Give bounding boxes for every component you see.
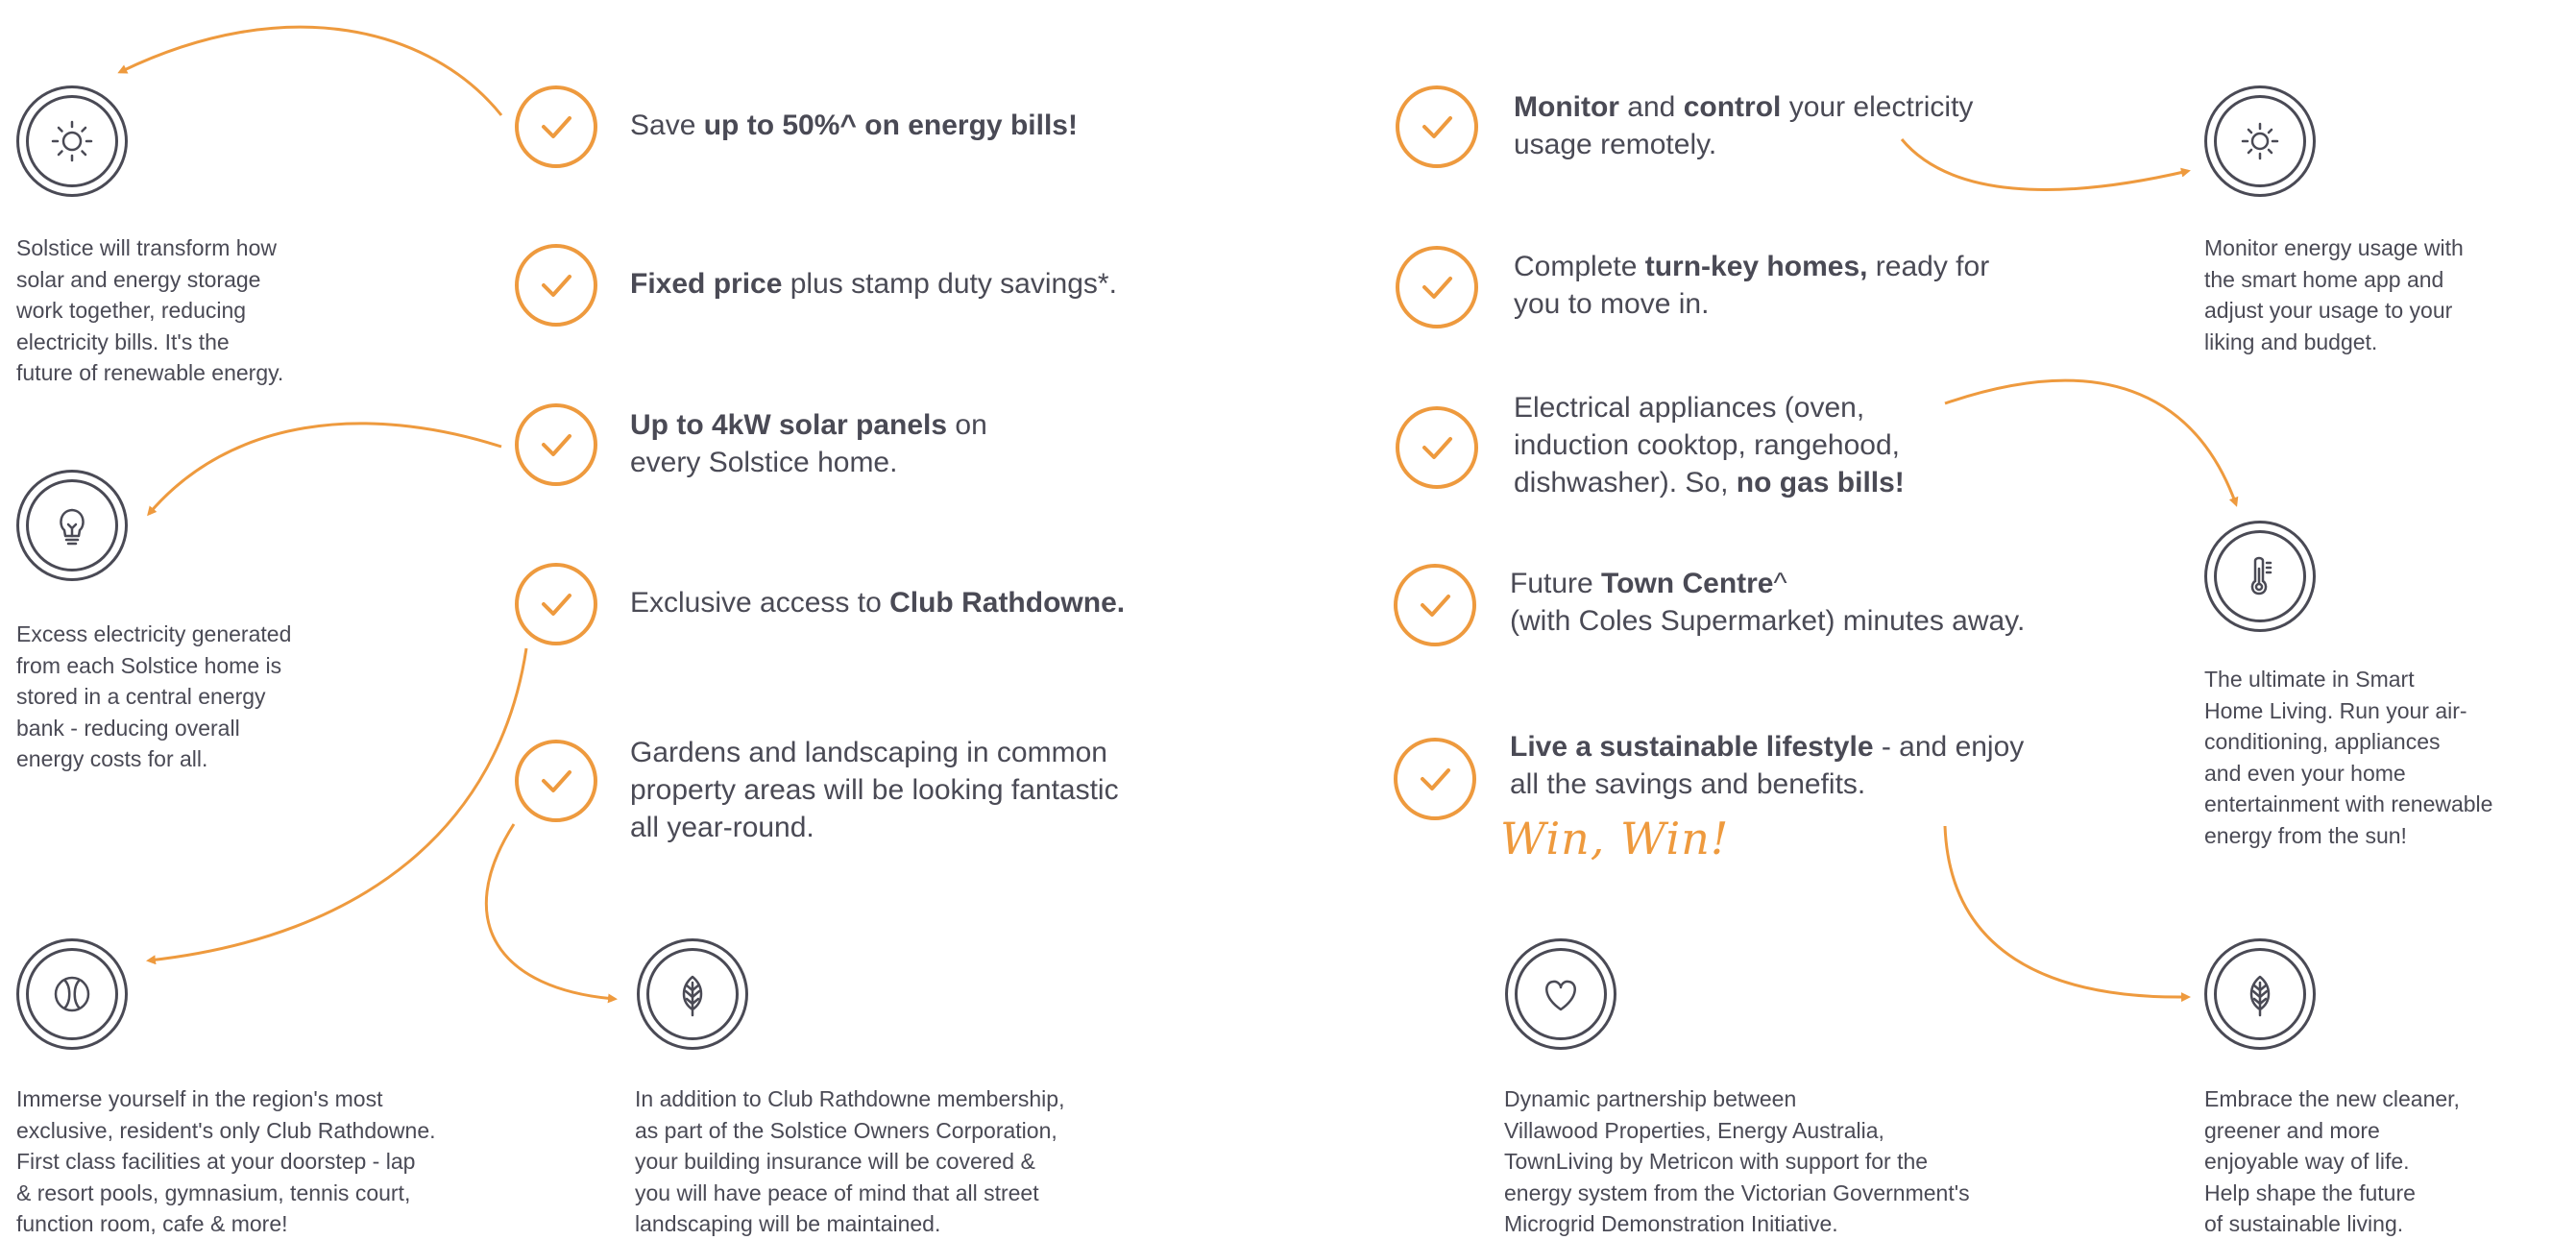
feature-town-centre: Future Town Centre^ (with Coles Supermar… (1510, 568, 2026, 637)
arrow-to-sun (117, 25, 503, 116)
check-icon (1394, 738, 1476, 820)
arrow-to-thermometer (1944, 378, 2239, 507)
heart-icon (1505, 938, 1616, 1050)
check-icon (1396, 85, 1478, 168)
description-insurance: In addition to Club Rathdowne membership… (635, 1086, 1065, 1236)
feature-energy-savings: Save up to 50%^ on energy bills! (630, 109, 1078, 141)
feature-turn-key: Complete turn-key homes, ready for you t… (1514, 251, 1990, 320)
feature-club-access: Exclusive access to Club Rathdowne. (630, 587, 1126, 619)
check-icon (515, 563, 597, 645)
arrow-to-leaf (484, 823, 618, 1004)
description-monitor: Monitor energy usage with the smart home… (2204, 235, 2464, 354)
description-club: Immerse yourself in the region's most ex… (16, 1086, 436, 1236)
description-solar: Solstice will transform how solar and en… (16, 235, 284, 385)
description-smart-home: The ultimate in Smart Home Living. Run y… (2204, 667, 2493, 848)
check-icon (515, 244, 597, 327)
arrow-to-bulb (147, 422, 502, 517)
lightbulb-icon (16, 470, 128, 581)
description-embrace: Embrace the new cleaner, greener and mor… (2204, 1086, 2460, 1236)
connector-arrows (117, 25, 2239, 1004)
thermometer-icon (2204, 521, 2316, 632)
leaf-icon (2204, 938, 2316, 1050)
sun-icon (2204, 85, 2316, 197)
feature-sustainable: Live a sustainable lifestyle - and enjoy… (1510, 731, 2025, 800)
feature-monitor-control: Monitor and control your electricity usa… (1514, 91, 1974, 160)
sun-icon (16, 85, 128, 197)
check-icon (1394, 564, 1476, 646)
leaf-icon (637, 938, 748, 1050)
tagline: Win, Win! (1500, 813, 1730, 864)
tennis-ball-icon (16, 938, 128, 1050)
feature-fixed-price: Fixed price plus stamp duty savings*. (630, 268, 1117, 300)
check-icon (515, 740, 597, 822)
check-icon (1396, 406, 1478, 489)
arrow-to-leaf-right (1943, 825, 2191, 1003)
feature-appliances: Electrical appliances (oven, induction c… (1514, 392, 1905, 498)
description-partnership: Dynamic partnership between Villawood Pr… (1504, 1086, 1970, 1236)
check-icon (515, 85, 597, 168)
feature-solar-panels: Up to 4kW solar panels on every Solstice… (630, 409, 987, 478)
check-icon (515, 403, 597, 486)
feature-gardens: Gardens and landscaping in common proper… (630, 737, 1119, 843)
description-storage: Excess electricity generated from each S… (16, 621, 292, 771)
check-icon (1396, 246, 1478, 328)
